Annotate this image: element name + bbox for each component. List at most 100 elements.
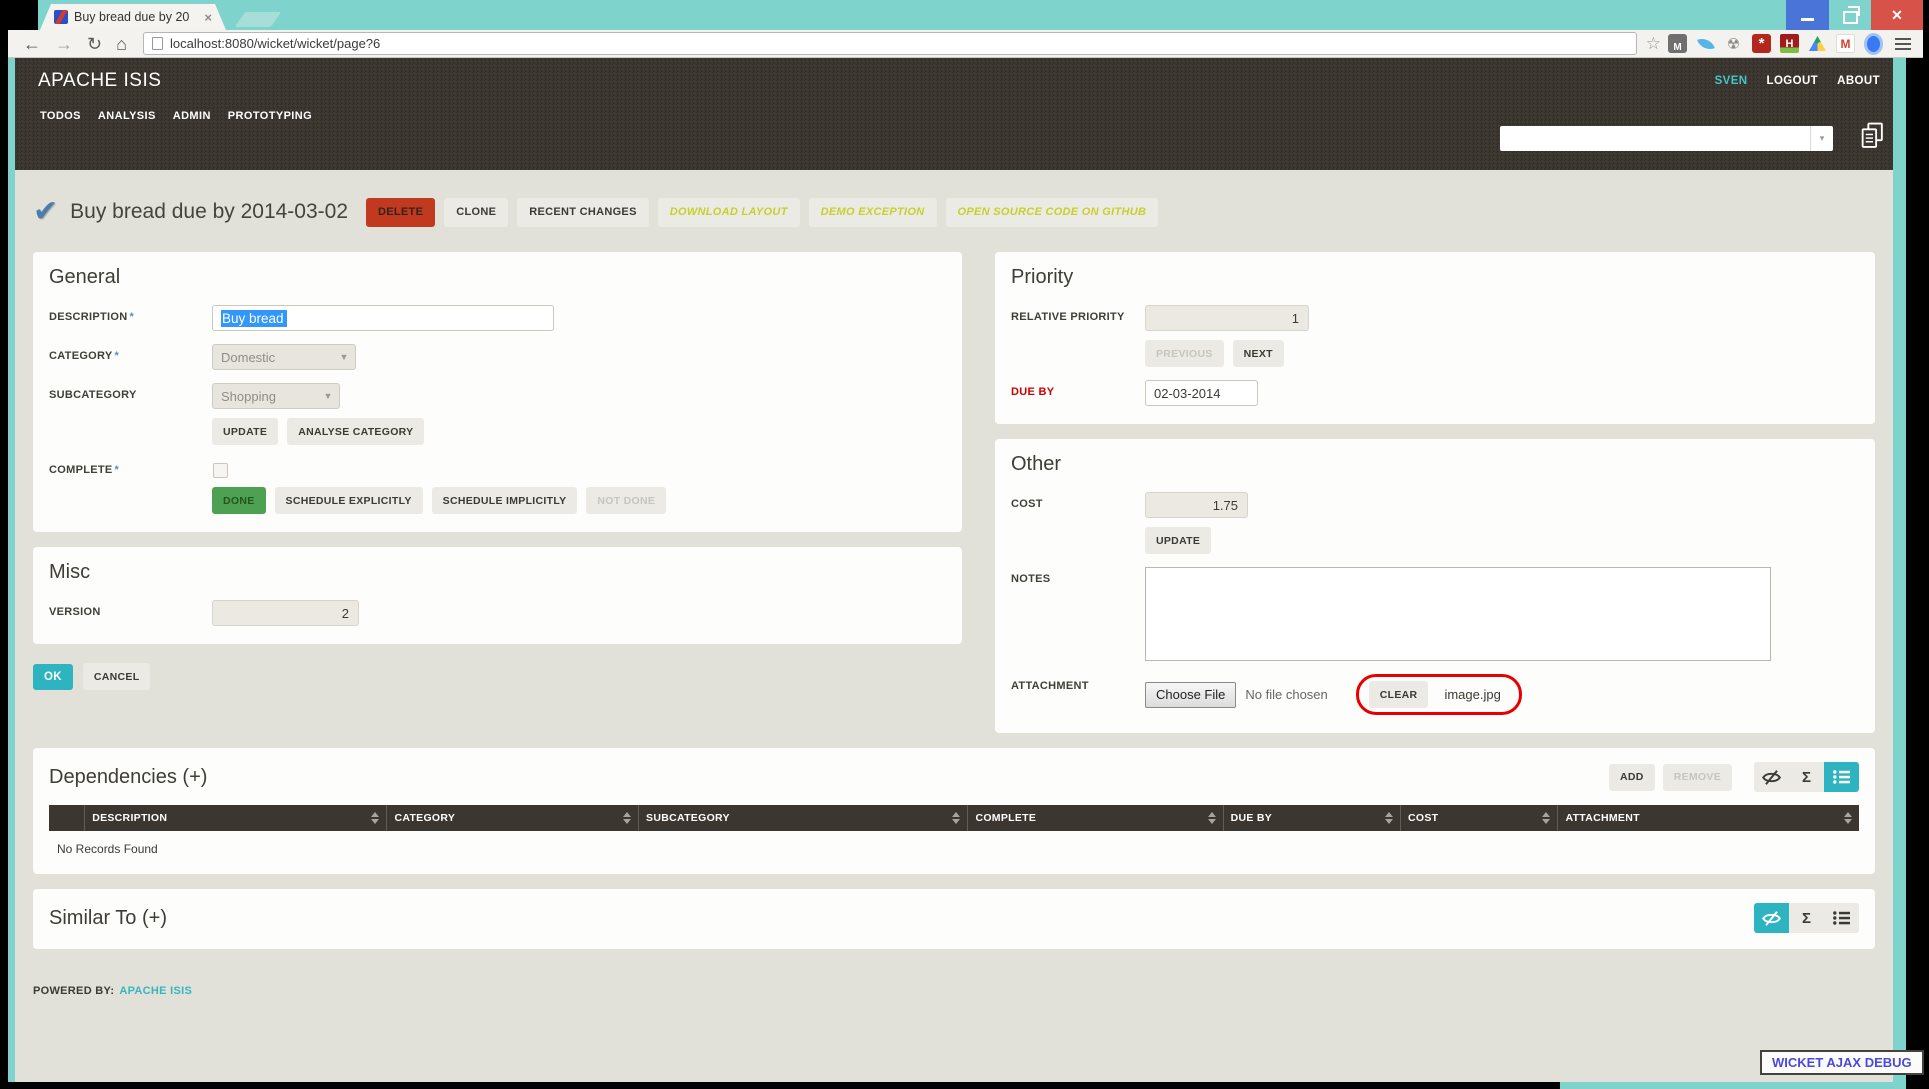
extension-gmail-icon[interactable]: M (1836, 34, 1855, 53)
similar-to-buttons: Σ (1740, 903, 1859, 933)
summary-button[interactable]: Σ (1789, 903, 1824, 933)
version-body: 2 (212, 600, 359, 626)
drive-icon (1809, 36, 1826, 51)
schedule-explicitly-button[interactable]: SCHEDULE EXPLICITLY (275, 487, 423, 514)
eye-slash-icon (1762, 910, 1781, 927)
column-complete[interactable]: COMPLETE (968, 805, 1223, 831)
dependencies-table-header: DESCRIPTION CATEGORY SUBCATEGORY COMPLET… (49, 805, 1859, 831)
column-label: SUBCATEGORY (646, 812, 730, 824)
nav-item-analysis[interactable]: ANALYSIS (98, 110, 156, 122)
update-button[interactable]: UPDATE (212, 418, 278, 445)
complete-label-text: COMPLETE (49, 464, 113, 476)
complete-checkbox[interactable] (213, 463, 228, 478)
extension-radiation-icon[interactable]: ☢ (1724, 34, 1743, 53)
logout-link[interactable]: LOGOUT (1767, 75, 1819, 87)
extension-lastpass-icon[interactable]: * (1752, 34, 1771, 53)
screen: Buy bread due by 20 × ✕ ← → ↻ ⌂ localhos… (0, 0, 1929, 1089)
url-text[interactable]: localhost:8080/wicket/wicket/page?6 (170, 36, 380, 51)
not-done-button: NOT DONE (586, 487, 666, 514)
favicon-icon (54, 10, 68, 24)
apache-isis-link[interactable]: APACHE ISIS (119, 985, 192, 997)
column-due-by[interactable]: DUE BY (1224, 805, 1401, 831)
minimize-button[interactable] (1786, 0, 1829, 30)
description-row: DESCRIPTION* Buy bread (49, 305, 946, 331)
page-content: ✔ Buy bread due by 2014-03-02 DELETE CLO… (15, 196, 1893, 997)
version-row: VERSION 2 (49, 600, 946, 626)
nav-item-admin[interactable]: ADMIN (173, 110, 211, 122)
chrome-menu-button[interactable] (1891, 33, 1915, 55)
bookmark-star-icon[interactable]: ☆ (1646, 34, 1661, 54)
extension-h-icon[interactable]: H (1780, 34, 1799, 53)
column-subcategory[interactable]: SUBCATEGORY (639, 805, 968, 831)
attachment-filename[interactable]: image.jpg (1444, 687, 1500, 702)
back-icon[interactable]: ← (23, 35, 41, 53)
nav-item-prototyping[interactable]: PROTOTYPING (228, 110, 312, 122)
list-view-button[interactable] (1824, 762, 1859, 792)
eye-slash-icon (1762, 769, 1781, 786)
address-bar[interactable]: localhost:8080/wicket/wicket/page?6 (143, 32, 1637, 55)
download-layout-button[interactable]: DOWNLOAD LAYOUT (658, 198, 800, 227)
complete-body: DONE SCHEDULE EXPLICITLY SCHEDULE IMPLIC… (212, 458, 666, 514)
tab-close-icon[interactable]: × (204, 10, 212, 25)
app-brand[interactable]: APACHE ISIS (38, 70, 161, 92)
recent-changes-button[interactable]: RECENT CHANGES (517, 198, 649, 227)
extension-drive-icon[interactable] (1808, 34, 1827, 53)
add-button[interactable]: ADD (1609, 764, 1655, 791)
new-tab-button[interactable] (235, 12, 282, 27)
column-label: CATEGORY (394, 812, 455, 824)
column-label: DUE BY (1231, 812, 1272, 824)
user-link[interactable]: SVEN (1715, 75, 1748, 87)
close-button[interactable]: ✕ (1871, 0, 1923, 30)
chevron-down-icon[interactable]: ▾ (1810, 126, 1833, 151)
restore-button[interactable] (1829, 0, 1871, 30)
extension-circle-icon[interactable] (1864, 34, 1883, 53)
app-user-links: SVEN LOGOUT ABOUT (1715, 75, 1880, 87)
clear-attachment-button[interactable]: CLEAR (1369, 681, 1429, 708)
browser-tab[interactable]: Buy bread due by 20 × (40, 4, 226, 30)
ok-button[interactable]: OK (33, 664, 73, 690)
sigma-icon: Σ (1802, 910, 1811, 927)
description-body: Buy bread (212, 305, 554, 331)
analyse-category-button[interactable]: ANALYSE CATEGORY (287, 418, 424, 445)
clone-button[interactable]: CLONE (444, 198, 508, 227)
extension-m-icon[interactable]: M (1668, 34, 1687, 53)
update-cost-button[interactable]: UPDATE (1145, 527, 1211, 554)
extension-feather-icon[interactable] (1696, 34, 1715, 53)
tab-title: Buy bread due by 20 (74, 10, 198, 24)
next-button[interactable]: NEXT (1233, 340, 1284, 367)
list-view-button[interactable] (1824, 903, 1859, 933)
cancel-button[interactable]: CANCEL (83, 663, 151, 690)
column-cost[interactable]: COST (1401, 805, 1558, 831)
demo-exception-button[interactable]: DEMO EXCEPTION (809, 198, 937, 227)
column-attachment[interactable]: ATTACHMENT (1558, 805, 1858, 831)
about-link[interactable]: ABOUT (1837, 75, 1880, 87)
circle-icon (1864, 33, 1883, 55)
done-button[interactable]: DONE (212, 487, 266, 514)
forward-icon[interactable]: → (55, 35, 73, 53)
sort-icon (623, 812, 631, 824)
hide-columns-button[interactable] (1754, 903, 1789, 933)
reload-icon[interactable]: ↻ (87, 35, 102, 53)
column-category[interactable]: CATEGORY (387, 805, 639, 831)
red-annotation-circle: CLEAR image.jpg (1356, 674, 1522, 715)
notes-label: NOTES (1011, 567, 1145, 661)
nav-item-todos[interactable]: TODOS (40, 110, 81, 122)
open-source-button[interactable]: OPEN SOURCE CODE ON GITHUB (946, 198, 1159, 227)
description-input[interactable]: Buy bread (212, 305, 554, 331)
summary-button[interactable]: Σ (1789, 762, 1824, 792)
form-actions: OK CANCEL (33, 663, 962, 690)
misc-panel: Misc VERSION 2 (33, 547, 962, 644)
wicket-ajax-debug-link[interactable]: WICKET AJAX DEBUG (1760, 1050, 1924, 1075)
dependencies-panel: Dependencies (+) ADD REMOVE (33, 748, 1875, 874)
entity-title-row: ✔ Buy bread due by 2014-03-02 DELETE CLO… (33, 196, 1875, 228)
choose-file-button[interactable]: Choose File (1145, 682, 1236, 708)
schedule-implicitly-button[interactable]: SCHEDULE IMPLICITLY (432, 487, 578, 514)
copy-pages-icon[interactable] (1860, 122, 1885, 154)
delete-button[interactable]: DELETE (366, 198, 435, 227)
due-by-input[interactable] (1145, 380, 1258, 406)
column-description[interactable]: DESCRIPTION (85, 805, 387, 831)
notes-textarea[interactable] (1145, 567, 1771, 661)
search-input[interactable] (1500, 126, 1810, 151)
home-icon[interactable]: ⌂ (116, 35, 127, 53)
hide-columns-button[interactable] (1754, 762, 1789, 792)
